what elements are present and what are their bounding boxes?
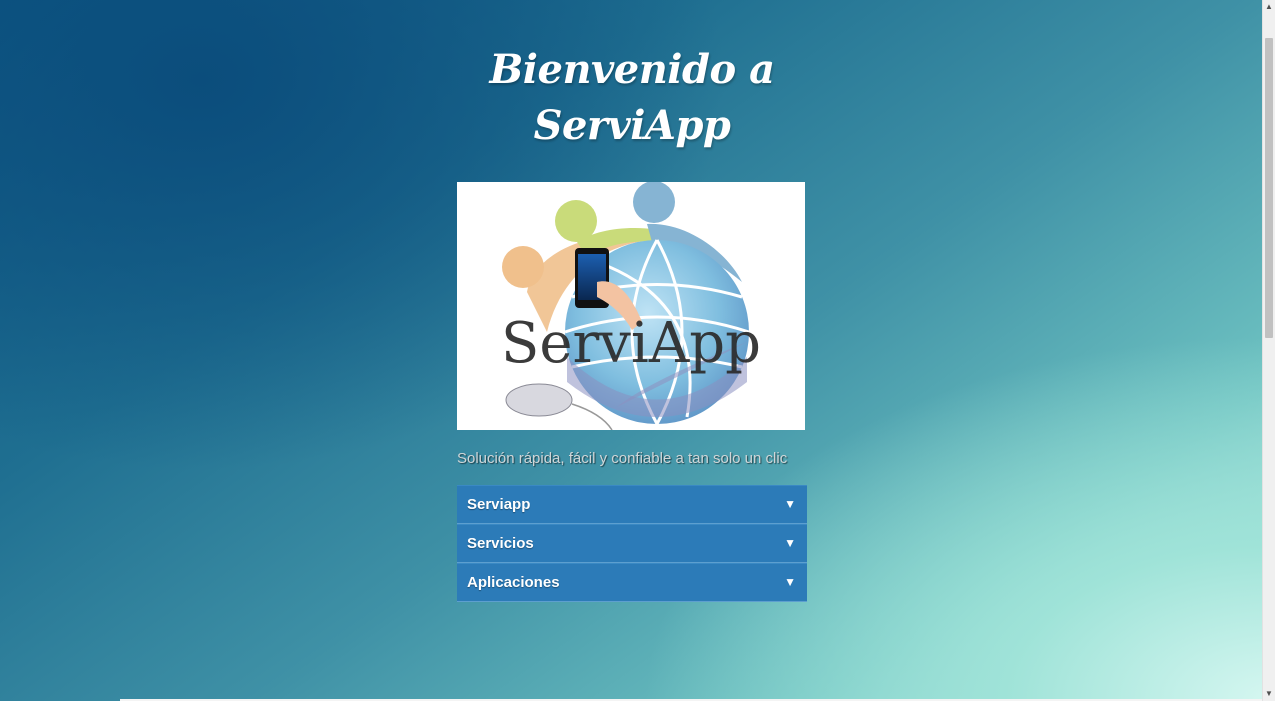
menu-item-aplicaciones[interactable]: Aplicaciones ▼ <box>457 563 807 602</box>
title-line-2: ServiApp <box>533 102 731 149</box>
menu-item-label: Serviapp <box>467 496 531 513</box>
triangle-down-icon: ▼ <box>784 497 796 511</box>
triangle-down-icon: ▼ <box>784 536 796 550</box>
page: Bienvenido a ServiApp ServiApp Solución … <box>0 0 1262 701</box>
menu-item-label: Aplicaciones <box>467 574 560 591</box>
menu-item-serviapp[interactable]: Serviapp ▼ <box>457 485 807 524</box>
accordion-menu: Serviapp ▼ Servicios ▼ Aplicaciones ▼ <box>457 485 807 602</box>
page-title: Bienvenido a ServiApp <box>457 42 807 154</box>
triangle-down-icon: ▼ <box>784 575 796 589</box>
vertical-scrollbar[interactable]: ▲ ▼ <box>1262 0 1275 701</box>
tagline: Solución rápida, fácil y confiable a tan… <box>457 450 788 467</box>
serviapp-logo: ServiApp <box>457 182 805 430</box>
title-line-1: Bienvenido a <box>489 46 776 93</box>
scroll-thumb[interactable] <box>1265 38 1273 338</box>
scroll-up-icon[interactable]: ▲ <box>1263 0 1275 14</box>
scroll-down-icon[interactable]: ▼ <box>1263 687 1275 701</box>
menu-item-label: Servicios <box>467 535 534 552</box>
logo-text: ServiApp <box>501 311 761 376</box>
menu-item-servicios[interactable]: Servicios ▼ <box>457 524 807 563</box>
